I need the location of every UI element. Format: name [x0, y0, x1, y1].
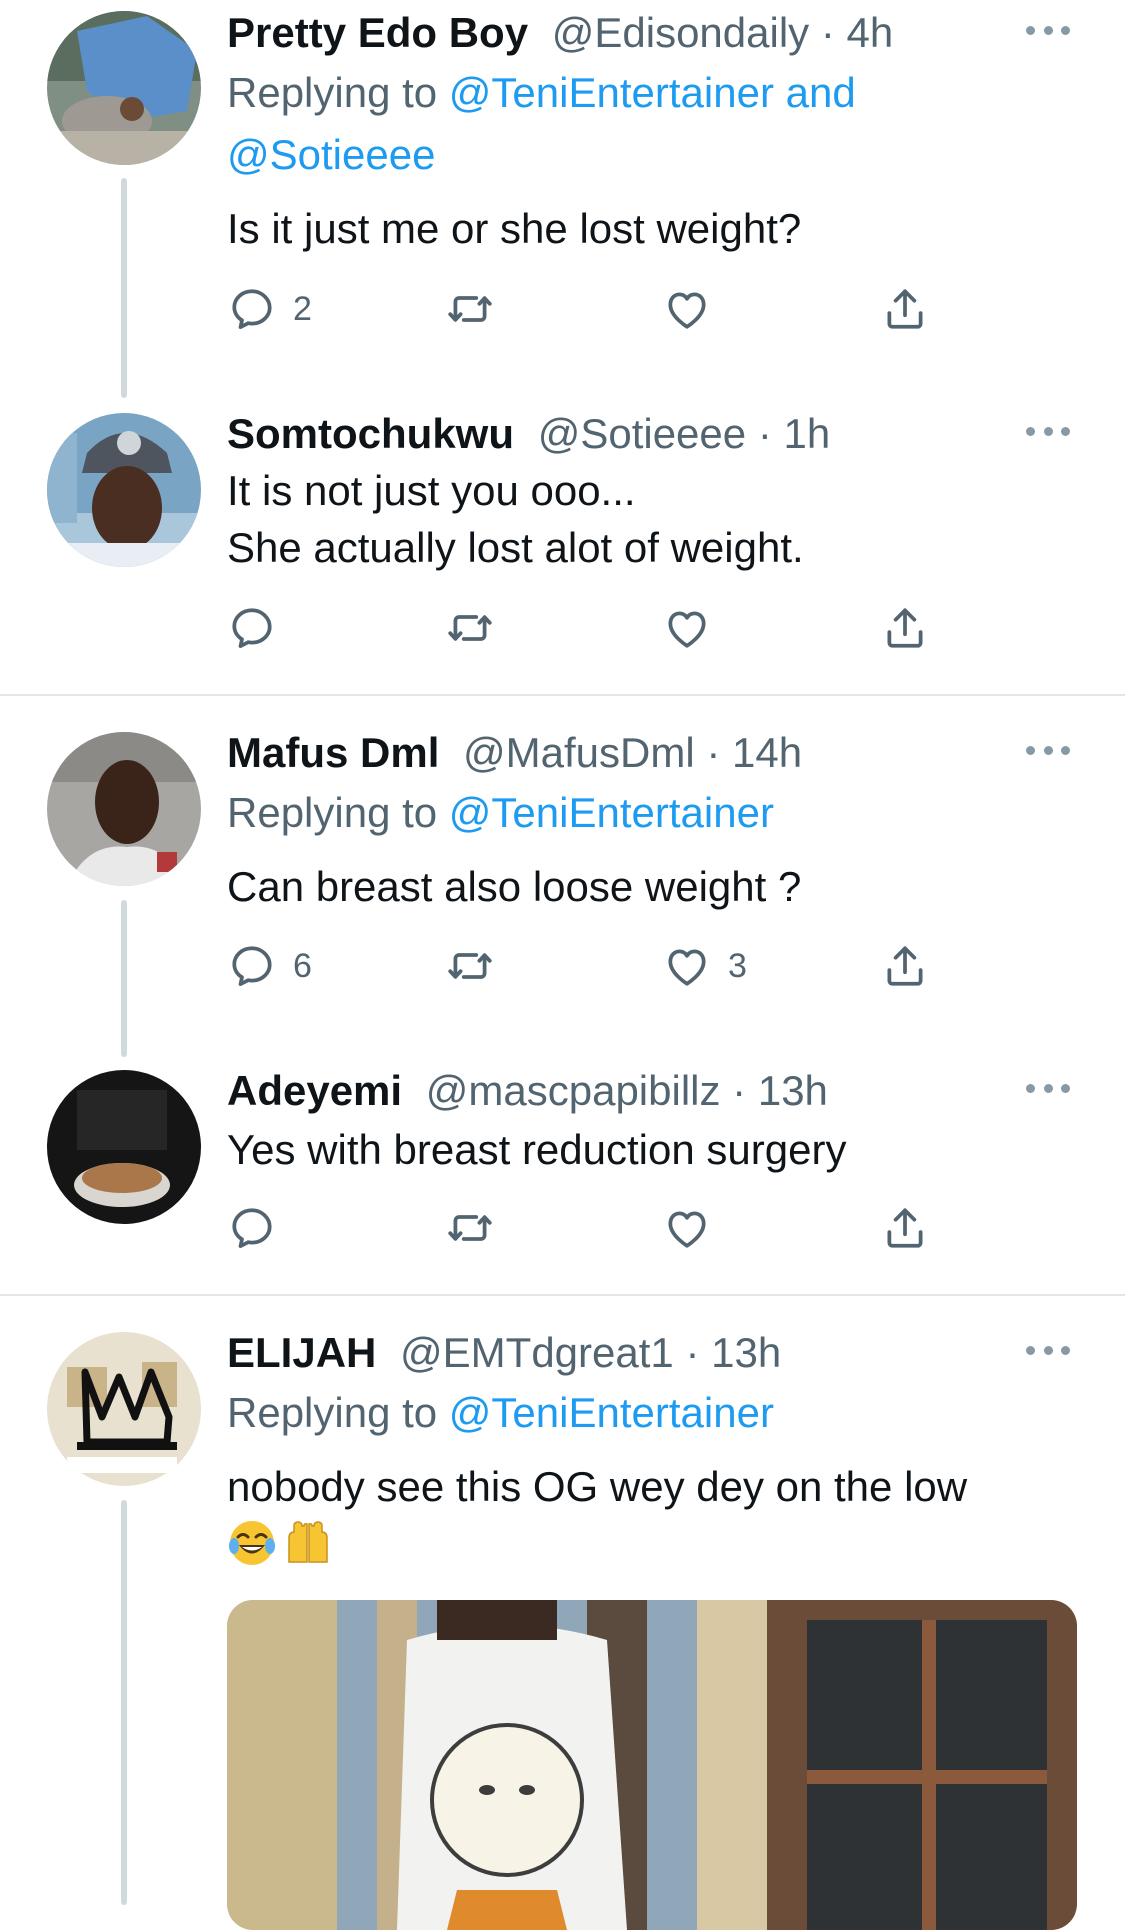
tweet-header: ELIJAH @EMTdgreat1 · 13h: [227, 1332, 781, 1374]
reply-count: 6: [293, 946, 312, 985]
like-button[interactable]: [662, 1203, 712, 1253]
thread-line: [121, 900, 127, 1057]
tweet-text-line1: It is not just you ooo...: [227, 467, 636, 514]
tweet-text: Yes with breast reduction surgery: [227, 1126, 847, 1173]
like-icon: [662, 941, 712, 991]
reply-icon: [227, 1203, 277, 1253]
mention-link[interactable]: @TeniEntertainer: [449, 1389, 774, 1436]
avatar[interactable]: [47, 413, 201, 567]
reply-icon: [227, 284, 277, 334]
avatar[interactable]: [47, 732, 201, 886]
share-icon: [880, 603, 930, 653]
more-icon[interactable]: [1026, 1084, 1070, 1096]
reply-button[interactable]: 6: [227, 941, 312, 991]
retweet-icon: [445, 284, 495, 334]
like-button[interactable]: 3: [662, 941, 747, 991]
tears-of-joy-emoji-icon: [229, 1521, 275, 1565]
share-icon: [880, 941, 930, 991]
like-icon: [662, 603, 712, 653]
mention-link[interactable]: @TeniEntertainer: [449, 789, 774, 836]
retweet-button[interactable]: [445, 284, 495, 334]
reply-icon: [227, 603, 277, 653]
replying-to: Replying to @TeniEntertainer and: [227, 69, 856, 116]
replying-to: Replying to @TeniEntertainer: [227, 1389, 774, 1436]
display-name[interactable]: Mafus Dml: [227, 729, 439, 776]
display-name[interactable]: Pretty Edo Boy: [227, 9, 528, 56]
tweet-media-image[interactable]: [227, 1600, 1077, 1930]
emoji-row: [227, 1518, 333, 1568]
replying-to-continued: @Sotieeee: [227, 134, 435, 176]
like-icon: [662, 284, 712, 334]
share-button[interactable]: [880, 603, 930, 653]
thread-line: [121, 178, 127, 398]
reply-button[interactable]: 2: [227, 284, 312, 334]
tweet-text-line2: She actually lost alot of weight.: [227, 524, 804, 571]
reply-button[interactable]: [227, 1203, 277, 1253]
tweet-header: Somtochukwu @Sotieeee · 1h: [227, 413, 830, 455]
handle[interactable]: @mascpapibillz · 13h: [426, 1067, 828, 1114]
more-icon[interactable]: [1026, 746, 1070, 758]
handle[interactable]: @EMTdgreat1 · 13h: [400, 1329, 781, 1376]
handle[interactable]: @Edisondaily · 4h: [552, 9, 894, 56]
share-button[interactable]: [880, 1203, 930, 1253]
avatar[interactable]: [47, 11, 201, 165]
retweet-button[interactable]: [445, 1203, 495, 1253]
tweet-header: Mafus Dml @MafusDml · 14h: [227, 732, 802, 774]
share-button[interactable]: [880, 284, 930, 334]
reply-button[interactable]: [227, 603, 277, 653]
tweet-text: Can breast also loose weight ?: [227, 863, 802, 910]
display-name[interactable]: Somtochukwu: [227, 410, 514, 457]
raised-hands-emoji-icon: [288, 1521, 328, 1563]
share-icon: [880, 1203, 930, 1253]
divider: [0, 1294, 1125, 1296]
like-button[interactable]: [662, 284, 712, 334]
like-count: 3: [728, 946, 747, 985]
more-icon[interactable]: [1026, 1346, 1070, 1358]
retweet-icon: [445, 941, 495, 991]
tweet-text: Is it just me or she lost weight?: [227, 205, 802, 252]
share-button[interactable]: [880, 941, 930, 991]
more-icon[interactable]: [1026, 427, 1070, 439]
reply-count: 2: [293, 289, 312, 328]
share-icon: [880, 284, 930, 334]
handle[interactable]: @MafusDml · 14h: [463, 729, 802, 776]
display-name[interactable]: Adeyemi: [227, 1067, 402, 1114]
avatar[interactable]: [47, 1070, 201, 1224]
divider: [0, 694, 1125, 696]
retweet-button[interactable]: [445, 941, 495, 991]
tweet-header: Adeyemi @mascpapibillz · 13h: [227, 1070, 828, 1112]
mention-link[interactable]: @TeniEntertainer and: [449, 69, 856, 116]
retweet-icon: [445, 1203, 495, 1253]
replying-to: Replying to @TeniEntertainer: [227, 789, 774, 836]
display-name[interactable]: ELIJAH: [227, 1329, 376, 1376]
thread-line: [121, 1500, 127, 1905]
handle[interactable]: @Sotieeee · 1h: [538, 410, 831, 457]
tweet-header: Pretty Edo Boy @Edisondaily · 4h: [227, 12, 893, 54]
like-icon: [662, 1203, 712, 1253]
retweet-icon: [445, 603, 495, 653]
mention-link[interactable]: @Sotieeee: [227, 131, 435, 178]
avatar[interactable]: [47, 1332, 201, 1486]
more-icon[interactable]: [1026, 26, 1070, 38]
tweet-text: nobody see this OG wey dey on the low: [227, 1463, 968, 1510]
like-button[interactable]: [662, 603, 712, 653]
retweet-button[interactable]: [445, 603, 495, 653]
reply-icon: [227, 941, 277, 991]
